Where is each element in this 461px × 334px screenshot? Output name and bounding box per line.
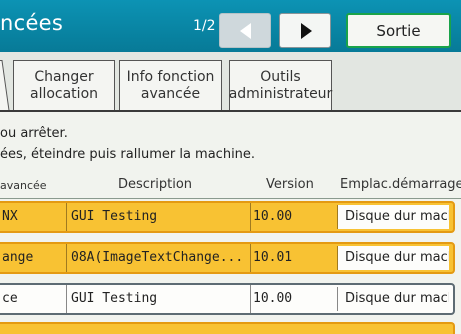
tab-divider	[0, 110, 461, 112]
table-row[interactable]: ange 08A(ImageTextChange... 10.01 Disque…	[0, 242, 455, 274]
table-row[interactable]: ce GUI Testing 10.00 Disque dur mach	[0, 283, 455, 315]
exit-button[interactable]: Sortie	[346, 13, 451, 48]
title-bar: ncées 1/2 Sortie	[0, 0, 461, 52]
column-header-description: Description	[118, 177, 193, 192]
page-indicator: 1/2	[193, 18, 216, 34]
tab-change-allocation[interactable]: Changer allocation	[13, 60, 115, 111]
column-header-version: Version	[266, 177, 314, 192]
table-header: avancée Description Version Emplac.démar…	[0, 175, 461, 197]
tab-admin-tools[interactable]: Outils administrateur	[229, 60, 332, 111]
table-row-partial[interactable]	[0, 322, 455, 334]
instruction-message-2: ées, éteindre puis rallumer la machine.	[0, 147, 256, 162]
row-location: Disque dur mach	[337, 246, 449, 270]
row-name: NX	[2, 209, 18, 224]
row-description: GUI Testing	[66, 285, 246, 313]
tab-label-line1: Changer	[34, 69, 94, 85]
tab-label-line2: allocation	[29, 86, 99, 102]
row-description: GUI Testing	[66, 203, 246, 231]
column-header-location: Emplac.démarrage	[340, 177, 461, 192]
table-row[interactable]: NX GUI Testing 10.00 Disque dur mach	[0, 201, 455, 233]
tab-label-line2: avancée	[140, 86, 201, 102]
row-location: Disque dur mach	[337, 287, 449, 311]
next-page-button[interactable]	[279, 13, 331, 48]
page-title: ncées	[0, 11, 64, 35]
triangle-left-icon	[239, 22, 251, 39]
row-name: ange	[2, 250, 34, 265]
row-version: 10.01	[250, 244, 324, 272]
tab-advanced-function-info[interactable]: Info fonction avancée	[119, 60, 222, 111]
row-version: 10.00	[250, 203, 324, 231]
tab-label-line1: Info fonction	[126, 69, 215, 85]
row-version: 10.00	[250, 285, 324, 313]
tab-label-line2: administrateur	[228, 86, 333, 102]
instruction-message-1: ou arrêter.	[0, 126, 68, 141]
previous-page-button[interactable]	[219, 13, 271, 48]
tab-label-line1: Outils	[260, 69, 301, 85]
row-name: ce	[2, 291, 18, 306]
row-location: Disque dur mach	[337, 205, 449, 229]
triangle-right-icon	[301, 22, 312, 39]
row-description: 08A(ImageTextChange...	[66, 244, 246, 272]
header-divider	[0, 198, 461, 199]
column-header-name: avancée	[0, 179, 47, 192]
